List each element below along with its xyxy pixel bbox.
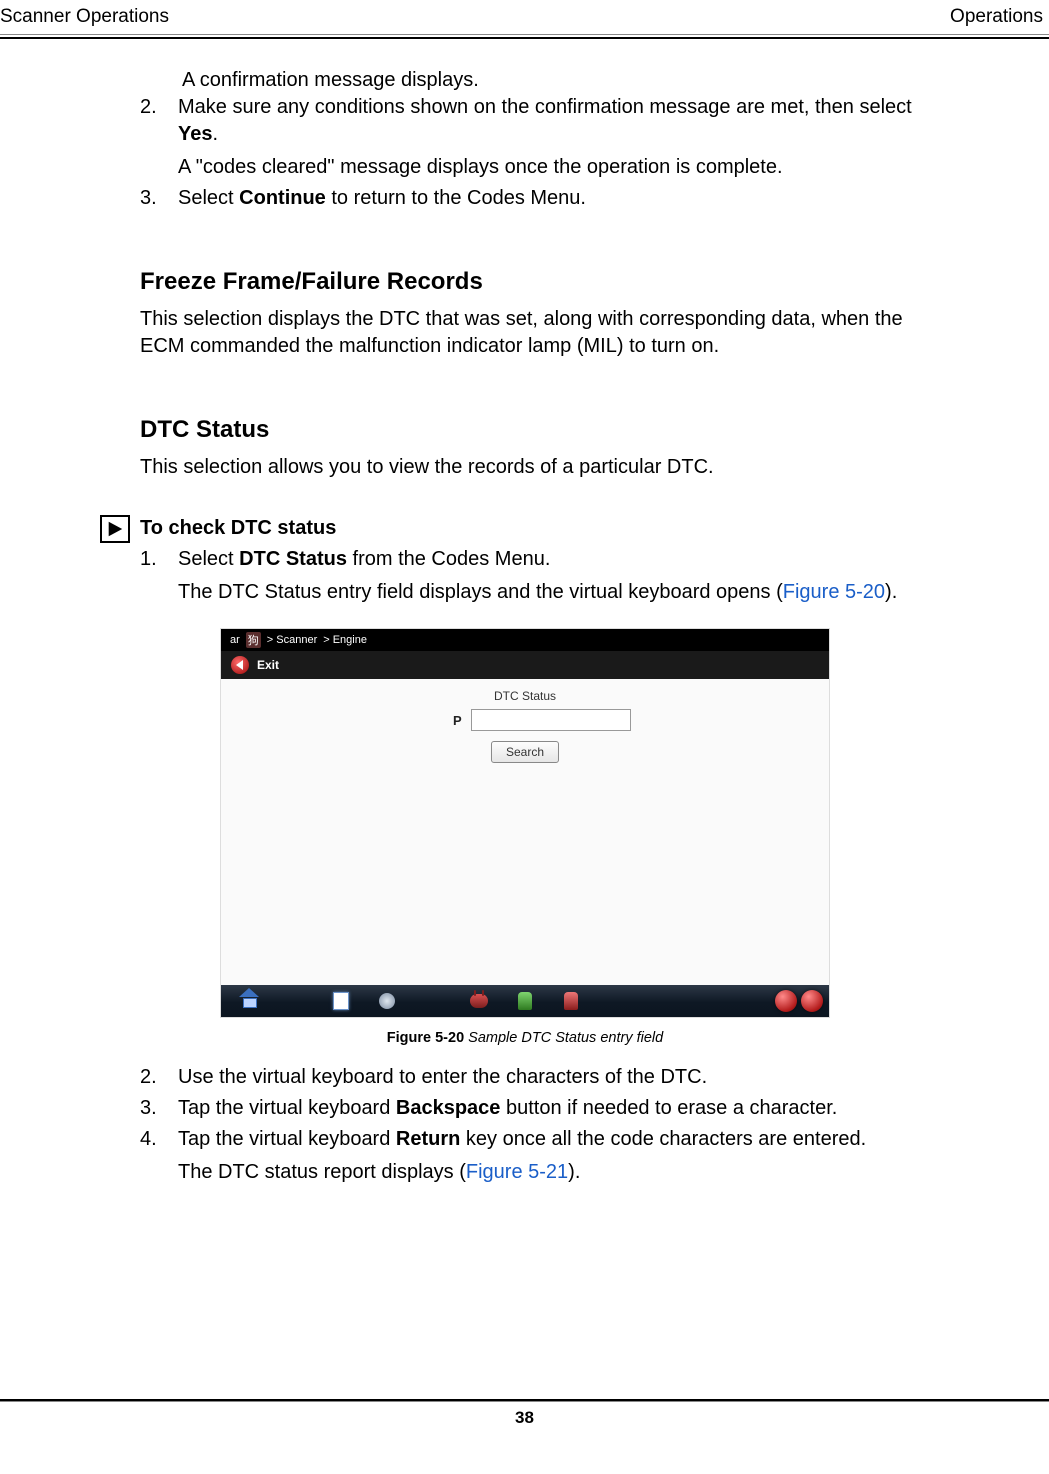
intro-step-3: 3. Select Continue to return to the Code… [140, 185, 930, 212]
breadcrumb-part: > Scanner [264, 634, 320, 646]
page-number: 38 [0, 1408, 1049, 1428]
dtc-input[interactable] [471, 709, 631, 731]
text: ). [885, 581, 897, 603]
page-icon[interactable] [333, 992, 349, 1010]
home-icon[interactable] [241, 994, 257, 1008]
dtc-prefix-label: P [453, 713, 462, 728]
text: Tap the virtual keyboard [178, 1128, 396, 1150]
intro-step-2: 2. Make sure any conditions shown on the… [140, 94, 930, 181]
search-button[interactable]: Search [491, 741, 559, 763]
section-freeze-frame-body: This selection displays the DTC that was… [140, 306, 930, 360]
text: The DTC Status entry field displays and … [178, 581, 783, 603]
list-marker: 2. [140, 94, 178, 181]
screenshot-exit-bar: Exit [221, 651, 829, 679]
proc-step-3: 3. Tap the virtual keyboard Backspace bu… [140, 1095, 930, 1122]
play-icon [100, 515, 130, 543]
screenshot-body: DTC Status P Search [221, 679, 829, 985]
text: The DTC status report displays ( [178, 1161, 466, 1183]
page-header: Scanner Operations Operations [0, 0, 1049, 34]
header-right: Operations [950, 6, 1043, 28]
text: to return to the Codes Menu. [326, 187, 586, 209]
bold-backspace: Backspace [396, 1097, 501, 1119]
text: Make sure any conditions shown on the co… [178, 96, 912, 118]
bold-return: Return [396, 1128, 460, 1150]
proc-step-2: 2. Use the virtual keyboard to enter the… [140, 1064, 930, 1091]
text: ). [568, 1161, 580, 1183]
text: Tap the virtual keyboard [178, 1097, 396, 1119]
text: button if needed to erase a character. [500, 1097, 837, 1119]
bold-dtc-status: DTC Status [239, 548, 347, 570]
text: key once all the code characters are ent… [460, 1128, 866, 1150]
section-freeze-frame-heading: Freeze Frame/Failure Records [140, 268, 930, 296]
intro-line: A confirmation message displays. [140, 67, 930, 94]
bug-icon[interactable] [470, 994, 488, 1008]
section-dtc-status-heading: DTC Status [140, 416, 930, 444]
green-icon[interactable] [518, 992, 532, 1010]
red-icon[interactable] [564, 992, 578, 1010]
procedure-title: To check DTC status [140, 517, 930, 540]
figure-link-5-21[interactable]: Figure 5-21 [466, 1161, 568, 1183]
list-marker: 3. [140, 1095, 178, 1122]
screenshot-title: DTC Status [494, 689, 556, 703]
breadcrumb-part: > Engine [320, 634, 370, 646]
text: from the Codes Menu. [347, 548, 550, 570]
footer-rule-gray [0, 1401, 1049, 1402]
text: Use the virtual keyboard to enter the ch… [178, 1066, 707, 1088]
list-marker: 2. [140, 1064, 178, 1091]
figure-5-20: ar 狗 > Scanner > Engine Exit DTC Status … [220, 628, 830, 1046]
screenshot-taskbar [221, 985, 829, 1017]
proc-step-4: 4. Tap the virtual keyboard Return key o… [140, 1126, 930, 1186]
list-marker: 4. [140, 1126, 178, 1186]
exit-label[interactable]: Exit [257, 658, 279, 672]
screenshot-breadcrumb-bar: ar 狗 > Scanner > Engine [221, 629, 829, 651]
figure-label: Figure 5-20 [387, 1030, 468, 1046]
text: Select [178, 548, 239, 570]
header-left: Scanner Operations [0, 6, 169, 28]
back-icon[interactable] [231, 656, 249, 674]
header-rule-black [0, 37, 1049, 39]
list-marker: 3. [140, 185, 178, 212]
bold-yes: Yes [178, 123, 212, 145]
text: Select [178, 187, 239, 209]
figure-caption: Figure 5-20 Sample DTC Status entry fiel… [220, 1030, 830, 1046]
figure-link-5-20[interactable]: Figure 5-20 [783, 581, 885, 603]
bold-continue: Continue [239, 187, 326, 209]
section-dtc-status-body: This selection allows you to view the re… [140, 454, 930, 481]
figure-desc: Sample DTC Status entry field [468, 1030, 663, 1046]
list-marker: 1. [140, 546, 178, 606]
screenshot-dtc-status: ar 狗 > Scanner > Engine Exit DTC Status … [220, 628, 830, 1018]
header-rule-gray [0, 34, 1049, 35]
status-orb-icon[interactable] [775, 990, 797, 1012]
proc-step-1: 1. Select DTC Status from the Codes Menu… [140, 546, 930, 606]
sub-text: A "codes cleared" message displays once … [178, 154, 930, 181]
procedure-block: To check DTC status 1. Select DTC Status… [140, 517, 930, 1186]
breadcrumb-part: ar [227, 634, 243, 646]
status-orb-icon[interactable] [801, 990, 823, 1012]
text: . [212, 123, 218, 145]
gear-icon[interactable] [379, 993, 395, 1009]
